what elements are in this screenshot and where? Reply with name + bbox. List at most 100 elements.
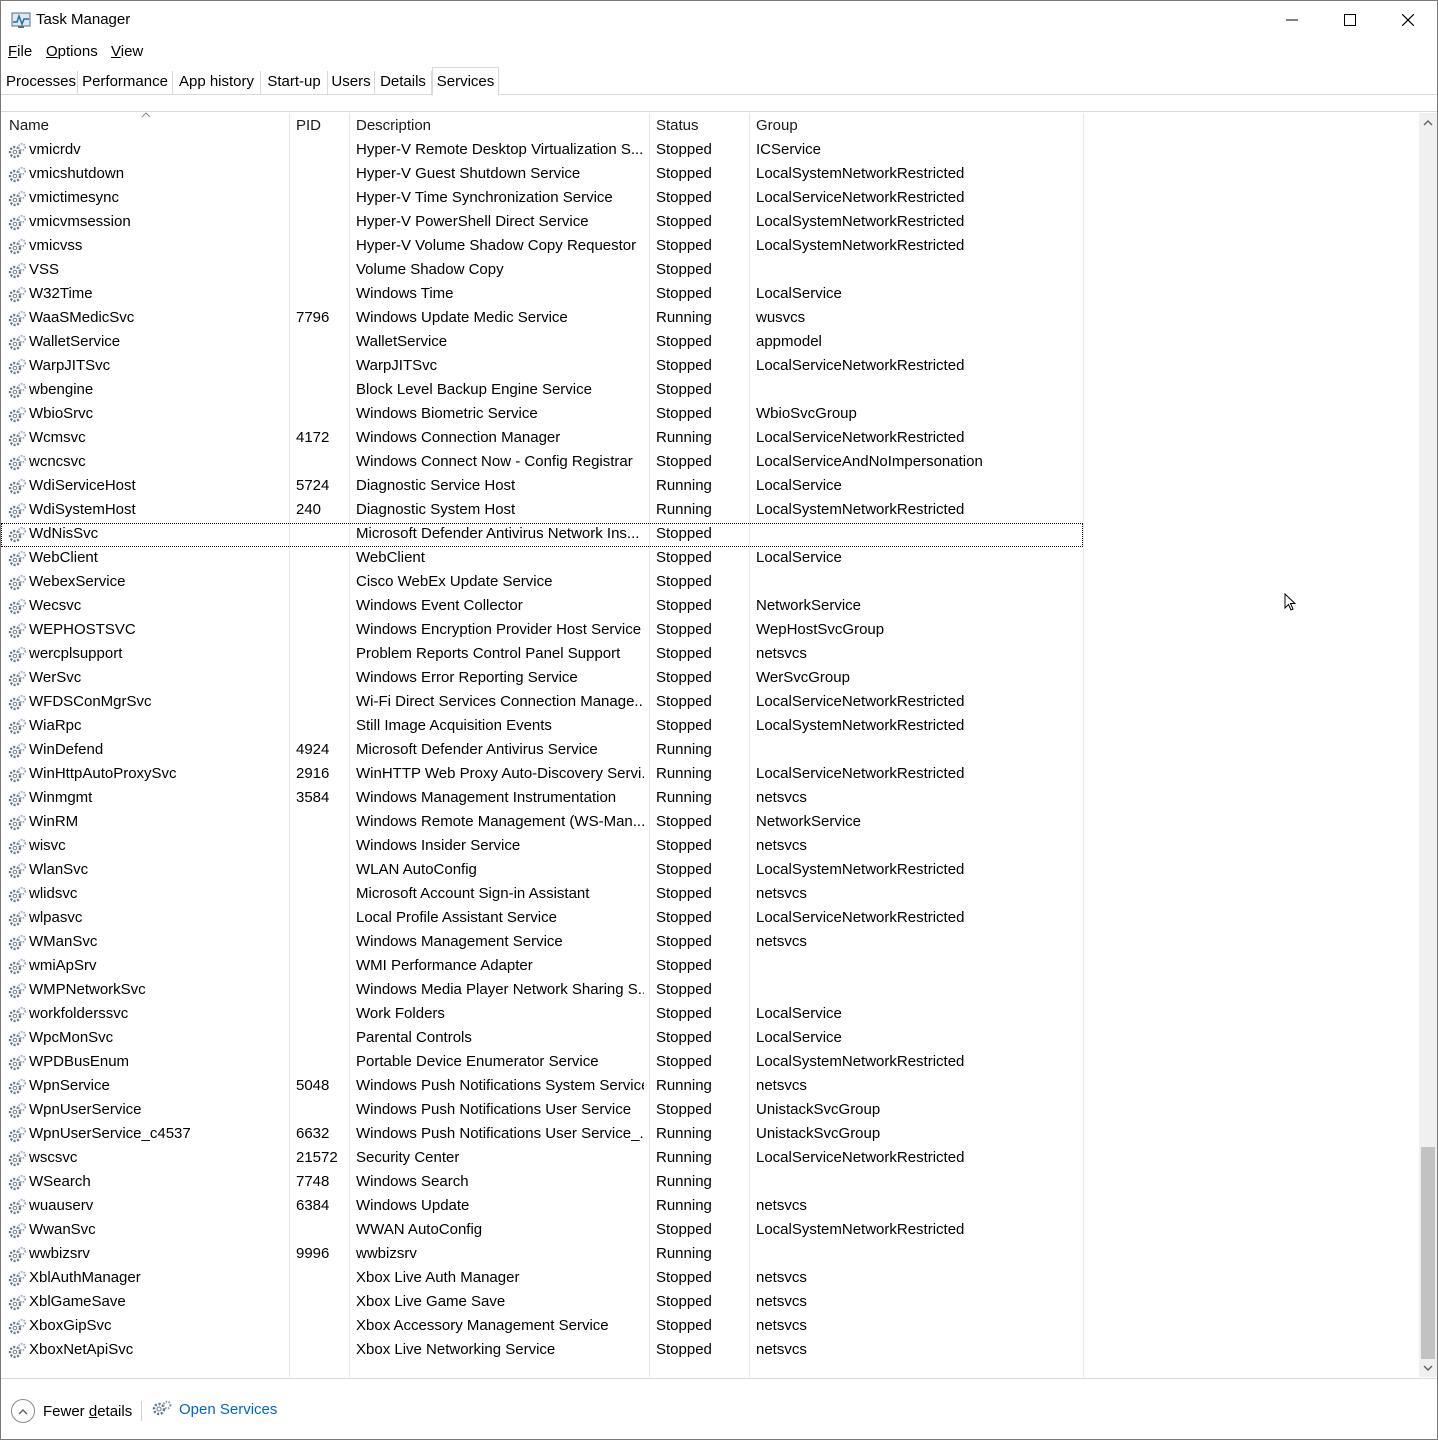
column-header-description[interactable]: Description (356, 117, 431, 134)
table-row[interactable]: wscsvc 21572 Security Center Running LocalSe… (1, 1147, 1083, 1171)
table-row[interactable]: WMPNetworkSvc Windows Media Player Networ… (1, 979, 1083, 1003)
table-row[interactable]: WFDSConMgrSvc Wi-Fi Direct Services Conne… (1, 691, 1083, 715)
table-row[interactable]: WebClient WebClient Stopped LocalService (1, 547, 1083, 571)
table-row[interactable]: Wcmsvc 4172 Windows Connection Manager Runn… (1, 427, 1083, 451)
scroll-thumb[interactable] (1421, 1147, 1435, 1359)
table-row[interactable]: WlanSvc WLAN AutoConfig Stopped LocalSystem… (1, 859, 1083, 883)
table-row[interactable]: XblGameSave Xbox Live Game Save Stopped net… (1, 1291, 1083, 1315)
service-gear-icon (7, 837, 27, 857)
service-description: Windows Management Service (356, 933, 563, 950)
table-row[interactable]: WdNisSvc Microsoft Defender Antivirus Net… (1, 523, 1083, 547)
service-description: Xbox Live Auth Manager (356, 1269, 520, 1286)
service-group: netsvcs (756, 837, 807, 854)
table-row[interactable]: WebexService Cisco WebEx Update Service St… (1, 571, 1083, 595)
table-row[interactable]: WdiSystemHost 240 Diagnostic System Host Ru… (1, 499, 1083, 523)
table-row[interactable]: WerSvc Windows Error Reporting Service Sto… (1, 667, 1083, 691)
tab-users[interactable]: Users (328, 71, 375, 95)
table-row[interactable]: WSearch 7748 Windows Search Running (1, 1171, 1083, 1195)
column-header-name[interactable]: Name (9, 117, 49, 134)
tab-details[interactable]: Details (375, 71, 432, 95)
table-row[interactable]: WpnUserService Windows Push Notifications… (1, 1099, 1083, 1123)
service-name: WdNisSvc (29, 525, 99, 542)
service-gear-icon (7, 621, 27, 641)
table-row[interactable]: WEPHOSTSVC Windows Encryption Provider Ho… (1, 619, 1083, 643)
table-row[interactable]: XboxGipSvc Xbox Accessory Management Serv… (1, 1315, 1083, 1339)
table-row[interactable]: wlidsvc Microsoft Account Sign-in Assista… (1, 883, 1083, 907)
table-row[interactable]: VSS Volume Shadow Copy Stopped (1, 259, 1083, 283)
vertical-scrollbar[interactable] (1419, 113, 1437, 1377)
service-gear-icon (7, 1077, 27, 1097)
menu-file[interactable]: File (8, 43, 32, 60)
table-row[interactable]: WwanSvc WWAN AutoConfig Stopped LocalSystem… (1, 1219, 1083, 1243)
service-gear-icon (7, 717, 27, 737)
scroll-down-button[interactable] (1419, 1359, 1437, 1377)
table-row[interactable]: vmicvmsession Hyper-V PowerShell Direct S… (1, 211, 1083, 235)
service-status: Running (656, 741, 712, 758)
table-row[interactable]: WinHttpAutoProxySvc 2916 WinHTTP Web Proxy… (1, 763, 1083, 787)
menu-options[interactable]: Options (46, 43, 98, 60)
table-row[interactable]: wuauserv 6384 Windows Update Running netsvcs (1, 1195, 1083, 1219)
open-services-link[interactable]: Open Services (151, 1399, 277, 1419)
service-gear-icon (7, 501, 27, 521)
fewer-details-button[interactable]: Fewer details (11, 1399, 132, 1423)
table-row[interactable]: vmictimesync Hyper-V Time Synchronization… (1, 187, 1083, 211)
service-name: WerSvc (29, 669, 82, 686)
table-row[interactable]: XblAuthManager Xbox Live Auth Manager Stop… (1, 1267, 1083, 1291)
service-description: Security Center (356, 1149, 460, 1166)
service-group: LocalService (756, 549, 842, 566)
table-row[interactable]: wlpasvc Local Profile Assistant Service St… (1, 907, 1083, 931)
table-row[interactable]: wisvc Windows Insider Service Stopped netsv… (1, 835, 1083, 859)
tab-app-history[interactable]: App history (173, 71, 261, 95)
table-row[interactable]: WaaSMedicSvc 7796 Windows Update Medic Ser… (1, 307, 1083, 331)
table-row[interactable]: wbengine Block Level Backup Engine Servic… (1, 379, 1083, 403)
service-status: Running (656, 429, 712, 446)
column-header-pid[interactable]: PID (296, 117, 321, 134)
table-row[interactable]: XboxNetApiSvc Xbox Live Networking Servic… (1, 1339, 1083, 1363)
maximize-button[interactable] (1321, 1, 1379, 39)
service-name: wwbizsrv (29, 1245, 90, 1262)
service-gear-icon (7, 189, 27, 209)
table-row[interactable]: wwbizsrv 9996 wwbizsrv Running (1, 1243, 1083, 1267)
table-row[interactable]: workfolderssvc Work Folders Stopped LocalSe… (1, 1003, 1083, 1027)
table-row[interactable]: WbioSrvc Windows Biometric Service Stopped… (1, 403, 1083, 427)
table-row[interactable]: wcncsvc Windows Connect Now - Config Regi… (1, 451, 1083, 475)
table-row[interactable]: WiaRpc Still Image Acquisition Events Stop… (1, 715, 1083, 739)
table-row[interactable]: WarpJITSvc WarpJITSvc Stopped LocalServiceN… (1, 355, 1083, 379)
table-row[interactable]: vmicvss Hyper-V Volume Shadow Copy Reques… (1, 235, 1083, 259)
service-gear-icon (7, 789, 27, 809)
tab-services[interactable]: Services (432, 67, 499, 96)
tab-start-up[interactable]: Start-up (261, 71, 328, 95)
minimize-button[interactable] (1263, 1, 1321, 39)
table-row[interactable]: Wecsvc Windows Event Collector Stopped Netw… (1, 595, 1083, 619)
table-row[interactable]: WinDefend 4924 Microsoft Defender Antiviru… (1, 739, 1083, 763)
tab-performance[interactable]: Performance (78, 71, 173, 95)
table-row[interactable]: wmiApSrv WMI Performance Adapter Stopped (1, 955, 1083, 979)
table-row[interactable]: WpcMonSvc Parental Controls Stopped LocalSe… (1, 1027, 1083, 1051)
column-header-status[interactable]: Status (656, 117, 699, 134)
column-divider[interactable] (1083, 113, 1084, 1377)
service-gear-icon (7, 213, 27, 233)
table-row[interactable]: WpnUserService_c4537 6632 Windows Push Not… (1, 1123, 1083, 1147)
service-gear-icon (7, 1197, 27, 1217)
table-row[interactable]: Winmgmt 3584 Windows Management Instrument… (1, 787, 1083, 811)
table-row[interactable]: WalletService WalletService Stopped appmode… (1, 331, 1083, 355)
table-row[interactable]: W32Time Windows Time Stopped LocalService (1, 283, 1083, 307)
table-row[interactable]: vmicshutdown Hyper-V Guest Shutdown Servi… (1, 163, 1083, 187)
table-row[interactable]: WdiServiceHost 5724 Diagnostic Service Hos… (1, 475, 1083, 499)
scroll-up-button[interactable] (1419, 113, 1437, 131)
service-status: Running (656, 789, 712, 806)
table-row[interactable]: wercplsupport Problem Reports Control Pan… (1, 643, 1083, 667)
service-name: XblAuthManager (29, 1269, 141, 1286)
tab-processes[interactable]: Processes (5, 71, 78, 95)
service-description: wwbizsrv (356, 1245, 417, 1262)
service-gear-icon (7, 1341, 27, 1361)
table-row[interactable]: WManSvc Windows Management Service Stopped… (1, 931, 1083, 955)
table-row[interactable]: WPDBusEnum Portable Device Enumerator Ser… (1, 1051, 1083, 1075)
table-row[interactable]: WpnService 5048 Windows Push Notifications… (1, 1075, 1083, 1099)
column-header-group[interactable]: Group (756, 117, 798, 134)
table-row[interactable]: vmicrdv Hyper-V Remote Desktop Virtualiza… (1, 139, 1083, 163)
menu-view[interactable]: View (111, 43, 143, 60)
close-button[interactable] (1379, 1, 1437, 39)
table-row[interactable]: WinRM Windows Remote Management (WS-Man..… (1, 811, 1083, 835)
service-pid: 6632 (296, 1125, 330, 1142)
